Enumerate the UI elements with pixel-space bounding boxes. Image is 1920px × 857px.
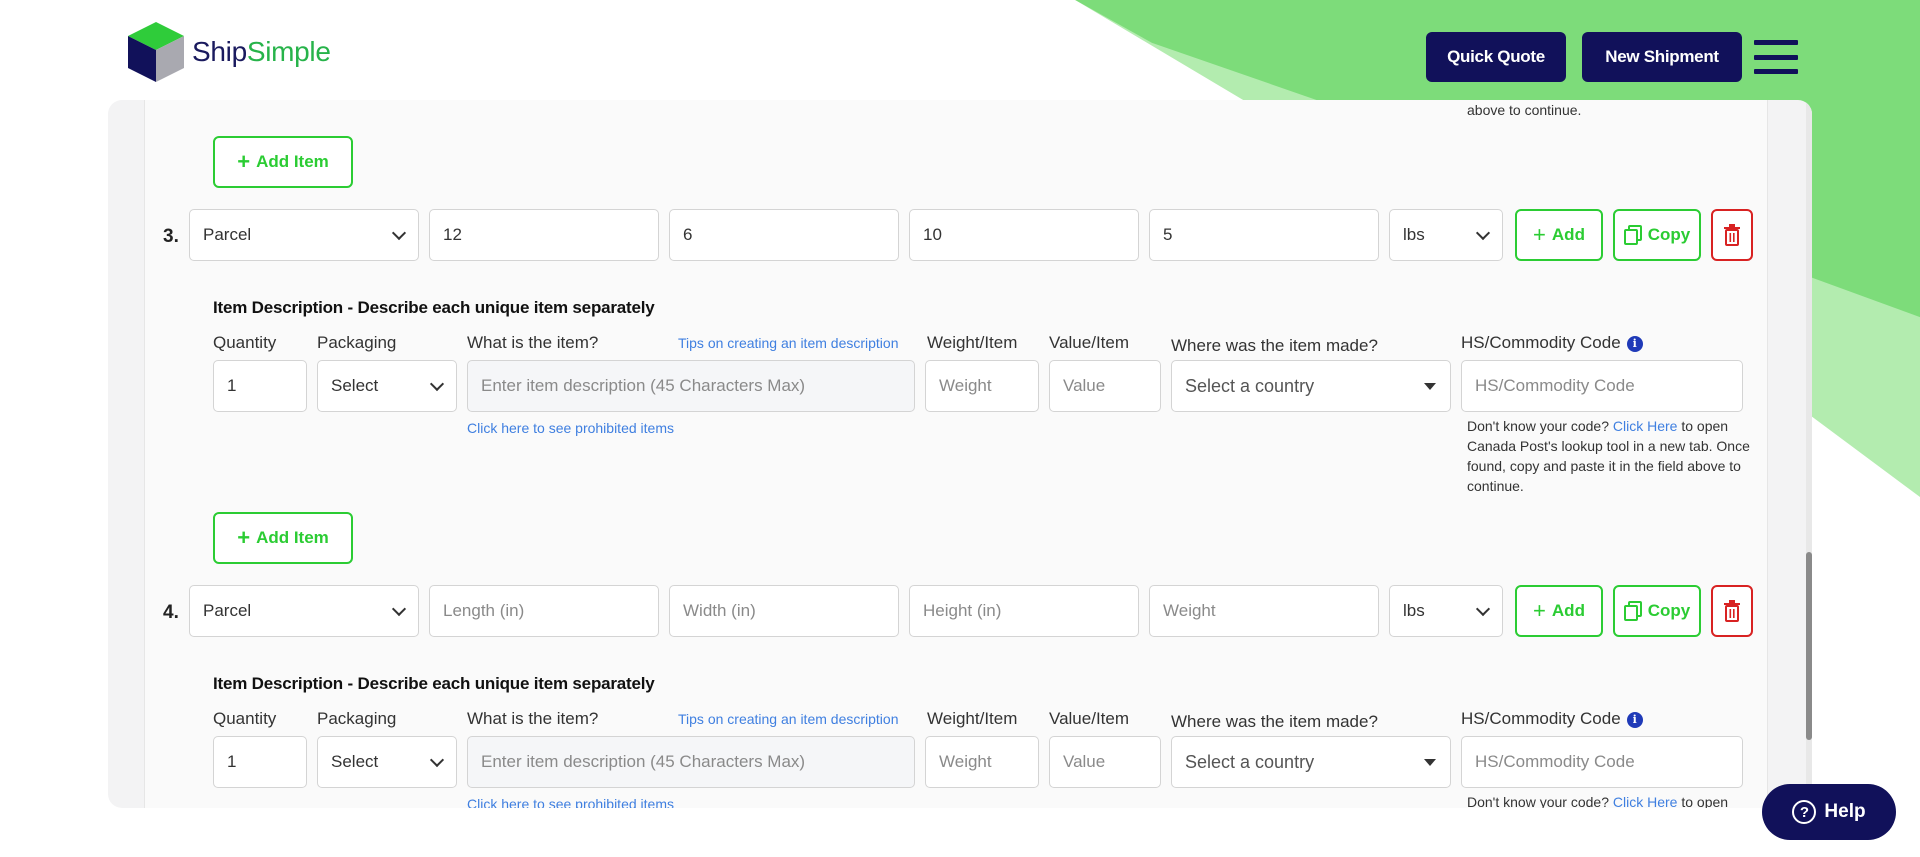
package-type-select[interactable]: Parcel bbox=[189, 585, 419, 637]
add-item-button[interactable]: + Add Item bbox=[213, 136, 353, 188]
value-item-input[interactable]: Value bbox=[1049, 360, 1161, 412]
package-number: 3. bbox=[163, 226, 179, 247]
package-number: 4. bbox=[163, 602, 179, 623]
tips-link[interactable]: Tips on creating an item description bbox=[678, 335, 898, 351]
info-icon[interactable]: i bbox=[1626, 711, 1643, 728]
chevron-down-icon bbox=[1475, 601, 1491, 617]
hs-code-note: Don't know your code? Click Here to open… bbox=[1467, 418, 1750, 494]
top-header: ShipSimple Quick Quote New Shipment bbox=[0, 0, 1920, 100]
chevron-down-icon bbox=[429, 376, 445, 392]
quantity-input[interactable]: 1 bbox=[213, 360, 307, 412]
shipment-form-panel: above to continue. + Add Item 3. Parcel 1… bbox=[108, 100, 1812, 808]
country-select[interactable]: Select a country bbox=[1171, 360, 1451, 412]
hs-code-input[interactable]: HS/Commodity Code bbox=[1461, 736, 1743, 788]
lookup-tool-link[interactable]: Click Here bbox=[1613, 418, 1678, 434]
plus-icon: + bbox=[237, 525, 251, 550]
package-type-select[interactable]: Parcel bbox=[189, 209, 419, 261]
copy-icon bbox=[1623, 601, 1642, 621]
question-icon: ? bbox=[1792, 800, 1817, 824]
where-made-label: Where was the item made? bbox=[1171, 712, 1378, 731]
cube-logo-icon bbox=[128, 22, 184, 82]
add-package-button[interactable]: + Add bbox=[1515, 209, 1603, 261]
copy-package-button[interactable]: Copy bbox=[1613, 585, 1701, 637]
prohibited-items-link[interactable]: Click here to see prohibited items bbox=[467, 796, 674, 808]
quick-quote-button[interactable]: Quick Quote bbox=[1426, 32, 1566, 82]
hs-note-tail: above to continue. bbox=[1467, 102, 1582, 118]
hs-code-label: HS/Commodity Code i bbox=[1461, 333, 1643, 353]
delete-package-button[interactable] bbox=[1711, 585, 1753, 637]
weight-item-input[interactable]: Weight bbox=[925, 360, 1039, 412]
unit-select[interactable]: lbs bbox=[1389, 585, 1503, 637]
packaging-select[interactable]: Select bbox=[317, 736, 457, 788]
value-item-label: Value/Item bbox=[1049, 709, 1130, 728]
value-item-input[interactable]: Value bbox=[1049, 736, 1161, 788]
height-input[interactable]: 10 bbox=[909, 209, 1139, 261]
hs-code-note: Don't know your code? Click Here to open… bbox=[1467, 794, 1729, 808]
height-input[interactable]: Height (in) bbox=[909, 585, 1139, 637]
what-is-item-label: What is the item? bbox=[467, 333, 599, 352]
chevron-down-icon bbox=[391, 601, 407, 617]
prohibited-items-link[interactable]: Click here to see prohibited items bbox=[467, 420, 674, 436]
caret-down-icon bbox=[1424, 759, 1436, 766]
plus-icon: + bbox=[237, 149, 251, 174]
trash-icon bbox=[1724, 600, 1740, 622]
item-description-input[interactable]: Enter item description (45 Characters Ma… bbox=[467, 736, 915, 788]
scrollbar-thumb[interactable] bbox=[1806, 552, 1812, 740]
item-description-title: Item Description - Describe each unique … bbox=[213, 298, 655, 317]
help-button[interactable]: ? Help bbox=[1762, 784, 1896, 840]
add-item-button[interactable]: + Add Item bbox=[213, 512, 353, 564]
packages-list: above to continue. + Add Item 3. Parcel 1… bbox=[144, 100, 1768, 808]
plus-icon: + bbox=[1533, 598, 1546, 623]
item-description-title: Item Description - Describe each unique … bbox=[213, 674, 655, 693]
logo-wordmark: ShipSimple bbox=[192, 36, 331, 67]
weight-input[interactable]: 5 bbox=[1149, 209, 1379, 261]
quantity-label: Quantity bbox=[213, 333, 277, 352]
length-input[interactable]: 12 bbox=[429, 209, 659, 261]
chevron-down-icon bbox=[391, 225, 407, 241]
packaging-label: Packaging bbox=[317, 333, 397, 352]
delete-package-button[interactable] bbox=[1711, 209, 1753, 261]
weight-input[interactable]: Weight bbox=[1149, 585, 1379, 637]
new-shipment-button[interactable]: New Shipment bbox=[1582, 32, 1742, 82]
trash-icon bbox=[1724, 224, 1740, 246]
chevron-down-icon bbox=[429, 752, 445, 768]
weight-item-input[interactable]: Weight bbox=[925, 736, 1039, 788]
length-input[interactable]: Length (in) bbox=[429, 585, 659, 637]
chevron-down-icon bbox=[1475, 225, 1491, 241]
packaging-select[interactable]: Select bbox=[317, 360, 457, 412]
where-made-label: Where was the item made? bbox=[1171, 336, 1378, 355]
item-description-input[interactable]: Enter item description (45 Characters Ma… bbox=[467, 360, 915, 412]
info-icon[interactable]: i bbox=[1626, 335, 1643, 352]
weight-item-label: Weight/Item bbox=[927, 709, 1018, 728]
unit-select[interactable]: lbs bbox=[1389, 209, 1503, 261]
width-input[interactable]: Width (in) bbox=[669, 585, 899, 637]
plus-icon: + bbox=[1533, 222, 1546, 247]
country-select[interactable]: Select a country bbox=[1171, 736, 1451, 788]
shipsimple-logo[interactable]: ShipSimple bbox=[126, 20, 331, 84]
caret-down-icon bbox=[1424, 383, 1436, 390]
width-input[interactable]: 6 bbox=[669, 209, 899, 261]
what-is-item-label: What is the item? bbox=[467, 709, 599, 728]
hs-code-label: HS/Commodity Code i bbox=[1461, 709, 1643, 729]
menu-hamburger-icon[interactable] bbox=[1754, 40, 1798, 74]
copy-icon bbox=[1623, 225, 1642, 245]
packaging-label: Packaging bbox=[317, 709, 397, 728]
copy-package-button[interactable]: Copy bbox=[1613, 209, 1701, 261]
quantity-input[interactable]: 1 bbox=[213, 736, 307, 788]
value-item-label: Value/Item bbox=[1049, 333, 1130, 352]
weight-item-label: Weight/Item bbox=[927, 333, 1018, 352]
hs-code-input[interactable]: HS/Commodity Code bbox=[1461, 360, 1743, 412]
quantity-label: Quantity bbox=[213, 709, 277, 728]
lookup-tool-link[interactable]: Click Here bbox=[1613, 794, 1678, 808]
add-package-button[interactable]: + Add bbox=[1515, 585, 1603, 637]
tips-link[interactable]: Tips on creating an item description bbox=[678, 711, 898, 727]
